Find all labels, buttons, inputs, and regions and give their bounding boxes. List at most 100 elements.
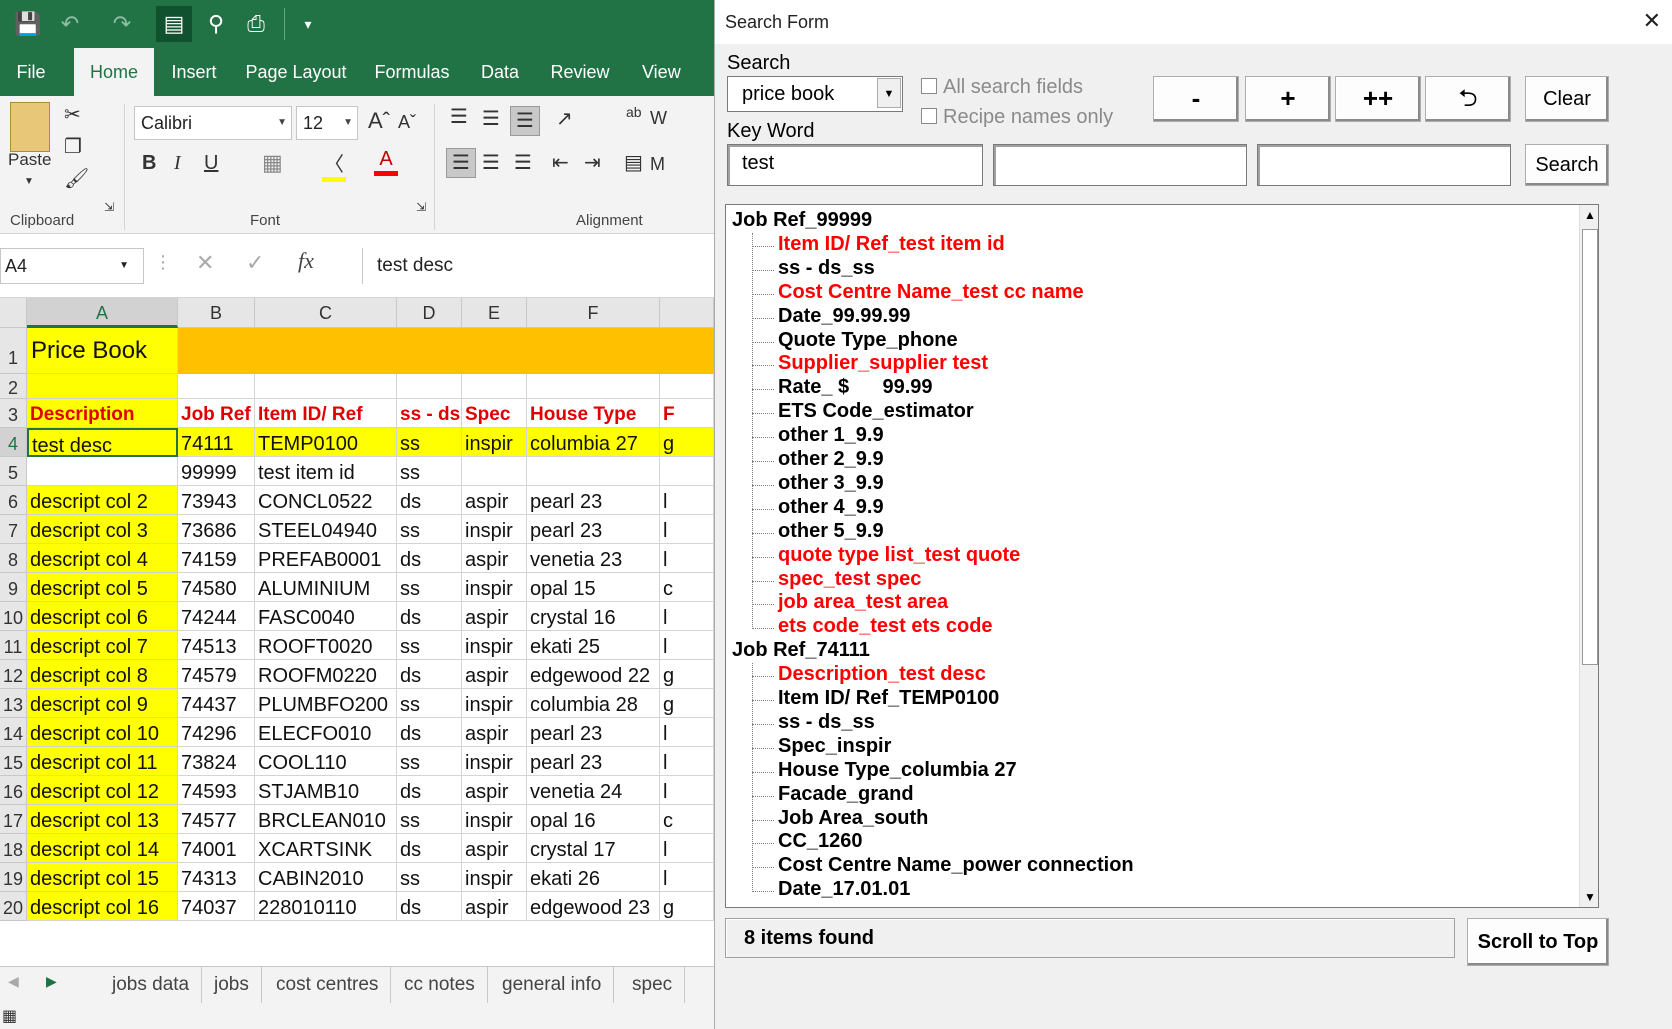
- search-combo[interactable]: price book ▼: [727, 76, 903, 112]
- tree-node-field[interactable]: job area_test area: [778, 591, 948, 614]
- tree-node-job[interactable]: Job Ref_99999: [732, 209, 872, 232]
- cell[interactable]: l: [660, 747, 714, 776]
- row-header[interactable]: 17: [0, 805, 27, 834]
- bold-icon[interactable]: B: [142, 152, 156, 175]
- column-header-d[interactable]: D: [397, 298, 462, 328]
- tab-review[interactable]: Review: [544, 48, 616, 96]
- cell[interactable]: test item id: [255, 457, 397, 486]
- cell[interactable]: 74579: [178, 660, 255, 689]
- cell[interactable]: crystal 16: [527, 602, 660, 631]
- cell[interactable]: ds: [397, 486, 462, 515]
- sheet-tab-cc-notes[interactable]: cc notes: [392, 967, 488, 1003]
- cell[interactable]: 73824: [178, 747, 255, 776]
- cell[interactable]: 74577: [178, 805, 255, 834]
- cell[interactable]: 74001: [178, 834, 255, 863]
- cell[interactable]: 74437: [178, 689, 255, 718]
- enter-icon[interactable]: ✓: [246, 250, 264, 276]
- tree-node-field[interactable]: other 3_9.9: [778, 472, 884, 495]
- align-left-icon[interactable]: ☰: [446, 148, 476, 178]
- column-header-g[interactable]: [660, 298, 714, 328]
- row-header[interactable]: 12: [0, 660, 27, 689]
- column-title-cell[interactable]: Spec: [462, 399, 527, 428]
- cell[interactable]: 73943: [178, 486, 255, 515]
- results-tree[interactable]: ▲ ▼ Job Ref_99999 Item ID/ Ref_test item …: [725, 204, 1599, 908]
- cell[interactable]: venetia 24: [527, 776, 660, 805]
- underline-icon[interactable]: U: [204, 152, 218, 175]
- cell[interactable]: l: [660, 544, 714, 573]
- cell[interactable]: descript col 4: [27, 544, 178, 573]
- cell[interactable]: g: [660, 428, 714, 457]
- row-header[interactable]: 8: [0, 544, 27, 573]
- redo-icon[interactable]: ↷: [104, 6, 140, 42]
- paste-label[interactable]: Paste: [8, 150, 51, 170]
- cell[interactable]: ds: [397, 776, 462, 805]
- row-header[interactable]: 15: [0, 747, 27, 776]
- cell[interactable]: 74580: [178, 573, 255, 602]
- cell[interactable]: 74037: [178, 892, 255, 921]
- cell[interactable]: 74296: [178, 718, 255, 747]
- checkbox-box[interactable]: [921, 78, 937, 94]
- tree-node-field[interactable]: Job Area_south: [778, 807, 928, 830]
- tree-node-field[interactable]: Item ID/ Ref_TEMP0100: [778, 687, 999, 710]
- clipboard-launcher-icon[interactable]: ⇲: [104, 200, 114, 214]
- cell[interactable]: descript col 5: [27, 573, 178, 602]
- column-header-a[interactable]: A: [27, 298, 178, 328]
- keyword-input-1[interactable]: test: [727, 144, 983, 186]
- cell[interactable]: aspir: [462, 544, 527, 573]
- cell[interactable]: [178, 374, 255, 399]
- cell[interactable]: ds: [397, 718, 462, 747]
- cell[interactable]: pearl 23: [527, 486, 660, 515]
- tree-node-field[interactable]: Cost Centre Name_test cc name: [778, 281, 1084, 304]
- cell[interactable]: [527, 457, 660, 486]
- all-search-fields-checkbox[interactable]: All search fields: [921, 76, 1083, 99]
- insert-function-icon[interactable]: fx: [298, 248, 314, 274]
- sheet-tab-spec[interactable]: spec: [620, 967, 686, 1003]
- cell[interactable]: ekati 25: [527, 631, 660, 660]
- undo-button[interactable]: ⮌: [1425, 76, 1511, 122]
- decrease-font-icon[interactable]: Aˇ: [398, 112, 416, 133]
- cell[interactable]: ss: [397, 573, 462, 602]
- keyword-input-2[interactable]: [993, 144, 1247, 186]
- row-header[interactable]: 7: [0, 515, 27, 544]
- column-title-cell[interactable]: Item ID/ Ref: [255, 399, 397, 428]
- cell[interactable]: ROOFT0020: [255, 631, 397, 660]
- print-preview-icon[interactable]: ⚲: [198, 6, 234, 42]
- tree-node-field[interactable]: ets code_test ets code: [778, 615, 993, 638]
- cell[interactable]: l: [660, 486, 714, 515]
- tree-node-field[interactable]: other 4_9.9: [778, 496, 884, 519]
- font-name-combo[interactable]: Calibri ▼: [134, 106, 292, 140]
- cell[interactable]: 74313: [178, 863, 255, 892]
- cell[interactable]: ss: [397, 457, 462, 486]
- cell[interactable]: ekati 26: [527, 863, 660, 892]
- cell[interactable]: ss: [397, 863, 462, 892]
- cell[interactable]: edgewood 23: [527, 892, 660, 921]
- scroll-down-icon[interactable]: ▼: [1580, 887, 1598, 907]
- cell[interactable]: l: [660, 515, 714, 544]
- font-color-icon[interactable]: A: [374, 148, 398, 176]
- scroll-right-icon[interactable]: ▶: [46, 973, 57, 990]
- cell[interactable]: l: [660, 834, 714, 863]
- cell[interactable]: PREFAB0001: [255, 544, 397, 573]
- row-header[interactable]: 9: [0, 573, 27, 602]
- form-icon[interactable]: ▤: [156, 6, 192, 42]
- column-title-cell[interactable]: ss - ds: [397, 399, 462, 428]
- align-middle-icon[interactable]: ☰: [482, 106, 500, 131]
- paste-dropdown-icon[interactable]: ▼: [24, 176, 34, 187]
- scroll-to-top-button[interactable]: Scroll to Top: [1467, 918, 1609, 966]
- tab-data[interactable]: Data: [472, 48, 528, 96]
- column-title-cell[interactable]: Description: [27, 399, 178, 428]
- cell[interactable]: inspir: [462, 631, 527, 660]
- select-all-corner[interactable]: [0, 298, 27, 328]
- orientation-icon[interactable]: ↗: [556, 106, 573, 131]
- row-header[interactable]: 11: [0, 631, 27, 660]
- cell[interactable]: aspir: [462, 718, 527, 747]
- plus-plus-button[interactable]: ++: [1335, 76, 1421, 122]
- cell[interactable]: [660, 457, 714, 486]
- customize-qat-icon[interactable]: ▾: [290, 6, 326, 42]
- tree-node-field[interactable]: Supplier_supplier test: [778, 352, 988, 375]
- increase-indent-icon[interactable]: ⇥: [584, 150, 601, 175]
- cut-icon[interactable]: ✂: [64, 102, 81, 127]
- cell[interactable]: ROOFM0220: [255, 660, 397, 689]
- cell[interactable]: 74244: [178, 602, 255, 631]
- chevron-down-icon[interactable]: ▼: [877, 78, 901, 108]
